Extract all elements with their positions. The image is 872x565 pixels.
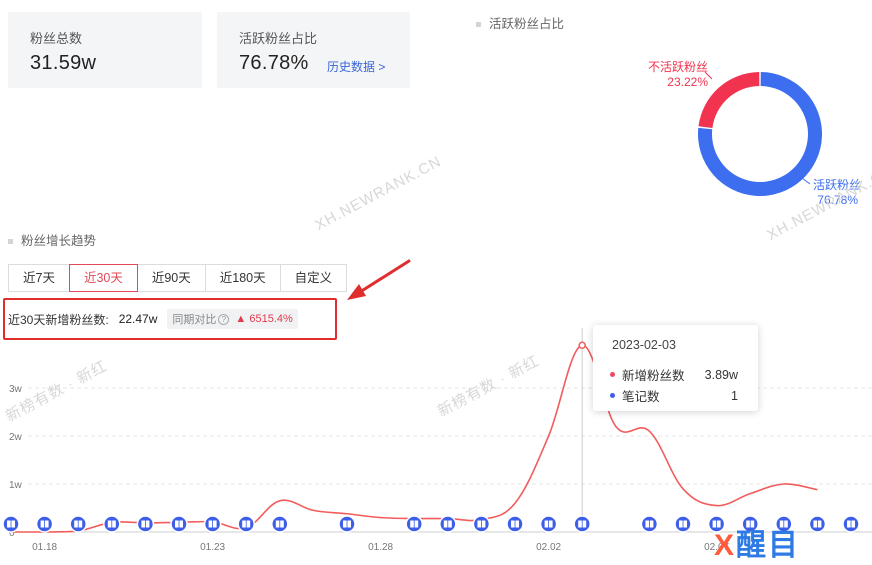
note-marker[interactable] (170, 515, 188, 533)
logo-text: 醒目 (736, 529, 801, 562)
tab-30-days[interactable]: 近30天 (68, 264, 138, 292)
note-marker[interactable] (472, 515, 491, 533)
tooltip-row-name: 新增粉丝数 (622, 369, 685, 383)
note-marker[interactable] (338, 515, 356, 533)
note-marker[interactable] (439, 515, 457, 533)
note-marker[interactable] (842, 515, 860, 533)
tooltip-dot-new-fans (610, 372, 615, 377)
note-marker[interactable] (405, 515, 423, 533)
note-marker[interactable] (674, 515, 692, 533)
brand-logo: X醒目 (714, 520, 800, 564)
note-marker[interactable] (808, 515, 827, 533)
note-marker[interactable] (203, 515, 222, 533)
note-marker[interactable] (640, 515, 659, 533)
chart-tooltip: 2023-02-03 新增粉丝数 3.89w 笔记数 1 (593, 325, 758, 411)
tooltip-dot-notes (610, 393, 615, 398)
x-tick-label: 01.28 (368, 542, 393, 553)
tooltip-date: 2023-02-03 (612, 338, 676, 352)
note-marker[interactable] (69, 515, 87, 533)
x-tick-label: 02.02 (536, 542, 561, 553)
note-marker[interactable] (271, 515, 289, 533)
tooltip-row-name: 笔记数 (622, 390, 660, 404)
y-tick-label: 1w (9, 480, 23, 491)
x-tick-label: 01.18 (32, 542, 57, 553)
note-marker[interactable] (573, 515, 591, 533)
note-marker[interactable] (103, 515, 121, 533)
note-marker[interactable] (35, 515, 54, 533)
tooltip-row-notes: 笔记数 1 (610, 386, 738, 405)
tooltip-row-value: 1 (731, 388, 738, 403)
hover-point (578, 341, 586, 350)
note-marker[interactable] (2, 515, 20, 533)
note-marker[interactable] (539, 515, 558, 533)
x-tick-label: 01.23 (200, 542, 225, 553)
note-marker[interactable] (136, 515, 155, 533)
tooltip-row-new-fans: 新增粉丝数 3.89w (610, 365, 738, 384)
logo-x: X (714, 529, 737, 562)
note-marker[interactable] (237, 515, 255, 533)
tooltip-row-value: 3.89w (704, 367, 738, 382)
note-marker[interactable] (506, 515, 524, 533)
y-tick-label: 2w (9, 432, 23, 443)
y-tick-label: 3w (9, 384, 23, 395)
